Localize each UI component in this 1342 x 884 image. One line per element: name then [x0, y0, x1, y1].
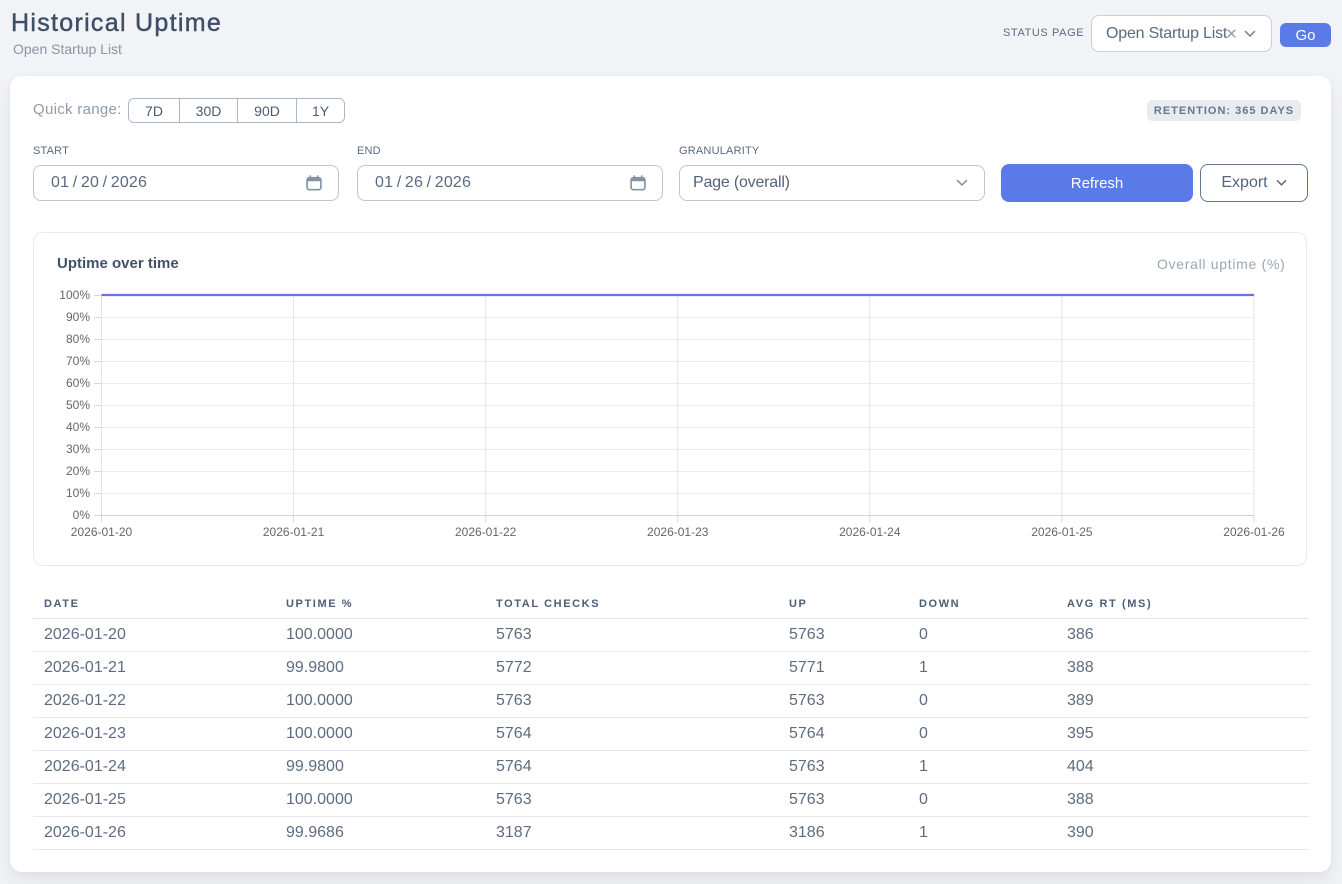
svg-text:2026-01-24: 2026-01-24 [839, 525, 901, 539]
svg-text:50%: 50% [66, 398, 90, 412]
svg-text:0%: 0% [73, 508, 91, 522]
svg-text:60%: 60% [66, 376, 90, 390]
svg-text:2026-01-25: 2026-01-25 [1031, 525, 1093, 539]
svg-text:90%: 90% [66, 310, 90, 324]
svg-text:70%: 70% [66, 354, 90, 368]
svg-text:80%: 80% [66, 332, 90, 346]
svg-text:2026-01-20: 2026-01-20 [71, 525, 133, 539]
svg-text:100%: 100% [59, 288, 90, 302]
svg-text:30%: 30% [66, 442, 90, 456]
svg-text:2026-01-23: 2026-01-23 [647, 525, 709, 539]
svg-text:2026-01-21: 2026-01-21 [263, 525, 325, 539]
svg-text:2026-01-26: 2026-01-26 [1223, 525, 1285, 539]
svg-text:40%: 40% [66, 420, 90, 434]
svg-text:2026-01-22: 2026-01-22 [455, 525, 517, 539]
svg-text:20%: 20% [66, 464, 90, 478]
svg-text:10%: 10% [66, 486, 90, 500]
